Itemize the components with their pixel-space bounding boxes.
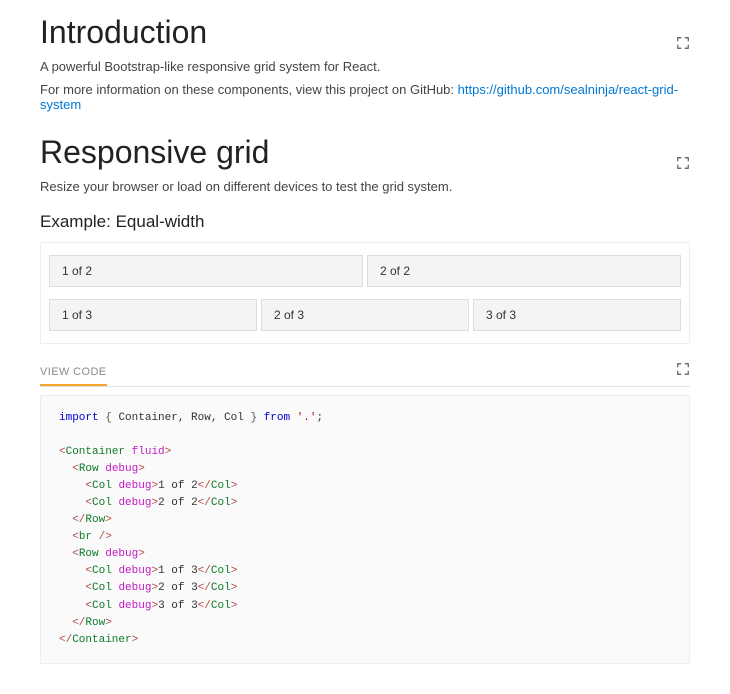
demo-col: 2 of 2	[367, 255, 681, 287]
intro-heading: Introduction	[40, 14, 690, 51]
viewcode-bar: VIEW CODE	[40, 362, 690, 387]
intro-p2-prefix: For more information on these components…	[40, 82, 458, 97]
demo-col: 1 of 3	[49, 299, 257, 331]
demo-row: 1 of 2 2 of 2	[49, 255, 681, 287]
demo-col: 3 of 3	[473, 299, 681, 331]
demo-row: 1 of 3 2 of 3 3 of 3	[49, 299, 681, 331]
viewcode-label[interactable]: VIEW CODE	[40, 366, 107, 386]
intro-paragraph-1: A powerful Bootstrap-like responsive gri…	[40, 59, 690, 74]
grid-paragraph: Resize your browser or load on different…	[40, 179, 690, 194]
expand-icon[interactable]	[676, 362, 690, 376]
section-introduction: Introduction A powerful Bootstrap-like r…	[40, 14, 690, 112]
intro-paragraph-2: For more information on these components…	[40, 82, 690, 112]
code-block: import { Container, Row, Col } from '.';…	[40, 395, 690, 664]
section-responsive-grid: Responsive grid Resize your browser or l…	[40, 134, 690, 664]
grid-demo: 1 of 2 2 of 2 1 of 3 2 of 3 3 of 3	[40, 242, 690, 344]
demo-col: 1 of 2	[49, 255, 363, 287]
grid-heading: Responsive grid	[40, 134, 690, 171]
demo-col: 2 of 3	[261, 299, 469, 331]
expand-icon[interactable]	[676, 156, 690, 170]
example-heading: Example: Equal-width	[40, 212, 690, 232]
expand-icon[interactable]	[676, 36, 690, 50]
